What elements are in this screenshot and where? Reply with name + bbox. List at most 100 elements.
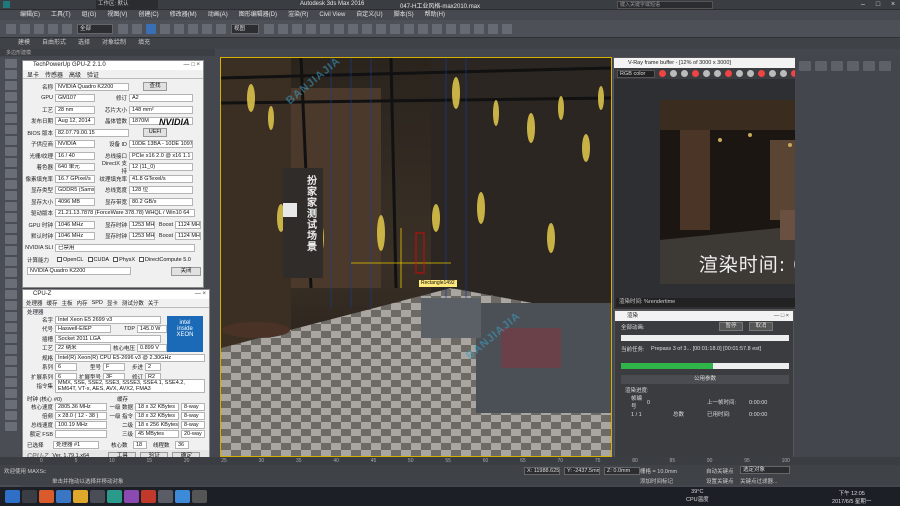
cpuz-tab[interactable]: 显卡 xyxy=(107,299,118,307)
timeline[interactable]: 0 5 10 15 20 25 30 35 40 45 50 55 60 65 70 75 80 85 90 95 10… xyxy=(0,457,900,465)
select-by-name-icon[interactable] xyxy=(132,23,142,34)
menu-item[interactable]: 脚本(S) xyxy=(394,10,414,20)
gpu-select-dropdown[interactable]: NVIDIA Quadro K2200 xyxy=(27,267,131,275)
spinner-snap-icon[interactable] xyxy=(348,23,358,34)
close-icon[interactable]: × xyxy=(886,0,900,10)
manipulate-icon[interactable] xyxy=(278,23,288,34)
ribbon-tab[interactable]: 填充 xyxy=(138,38,150,49)
ribbon-tab[interactable]: 选择 xyxy=(78,38,90,49)
start-icon[interactable] xyxy=(5,490,20,503)
cpuz-tab[interactable]: 处理器 xyxy=(26,299,43,307)
rotate-icon[interactable] xyxy=(188,23,198,34)
tool-icon[interactable] xyxy=(4,356,17,365)
checkbox[interactable] xyxy=(113,257,119,263)
tool-icon[interactable] xyxy=(4,367,17,376)
tool-icon[interactable] xyxy=(4,59,17,68)
curve-editor-icon[interactable] xyxy=(432,23,442,34)
vfb-tool-icon[interactable] xyxy=(670,70,677,77)
redo-icon[interactable] xyxy=(20,23,30,34)
vfb-tool-icon[interactable] xyxy=(758,70,765,77)
material-editor-icon[interactable] xyxy=(460,23,470,34)
tool-icon[interactable] xyxy=(4,147,17,156)
tool-icon[interactable] xyxy=(4,400,17,409)
tool-icon[interactable] xyxy=(4,334,17,343)
coord-field[interactable]: Y: -2437.5mm xyxy=(564,467,600,475)
tool-icon[interactable] xyxy=(4,411,17,420)
common-params-header[interactable]: 公用参数 xyxy=(621,375,789,384)
tool-icon[interactable] xyxy=(4,125,17,134)
tool-icon[interactable] xyxy=(4,81,17,90)
checkbox[interactable] xyxy=(57,257,62,263)
vfb-tool-icon[interactable] xyxy=(681,70,688,77)
named-selection-icon[interactable] xyxy=(362,23,372,34)
gpuz-tab[interactable]: 传感器 xyxy=(45,70,63,79)
minimize-icon[interactable]: – xyxy=(856,0,870,10)
close-icon[interactable]: — □ × xyxy=(184,61,200,70)
cpuz-tab[interactable]: 缓存 xyxy=(47,299,58,307)
angle-snap-icon[interactable] xyxy=(320,23,330,34)
clock[interactable]: 下午 12:05 2017/6/5 星期一 xyxy=(832,489,871,505)
panel-icon[interactable] xyxy=(799,61,811,71)
undo-icon[interactable] xyxy=(6,23,16,34)
ribbon-tab[interactable]: 建模 xyxy=(18,38,30,49)
app-icon[interactable] xyxy=(124,490,139,503)
menu-item[interactable]: 自定义(U) xyxy=(356,10,382,20)
tool-icon[interactable] xyxy=(4,268,17,277)
vfb-tool-icon[interactable] xyxy=(692,70,699,77)
panel-icon[interactable] xyxy=(847,61,859,71)
cancel-button[interactable]: 取消 xyxy=(749,322,773,331)
set-key-button[interactable]: 设置关键点 xyxy=(706,477,734,485)
layer-icon[interactable] xyxy=(404,23,414,34)
link-icon[interactable] xyxy=(34,23,44,34)
scale-icon[interactable] xyxy=(202,23,212,34)
menu-item[interactable]: 动画(A) xyxy=(208,10,228,20)
vfb-tool-icon[interactable] xyxy=(769,70,776,77)
tool-icon[interactable] xyxy=(4,180,17,189)
tool-icon[interactable] xyxy=(4,345,17,354)
coord-field[interactable]: Z: 0.0mm xyxy=(604,467,640,475)
explorer-icon[interactable] xyxy=(73,490,88,503)
app-icon[interactable] xyxy=(158,490,173,503)
tool-icon[interactable] xyxy=(4,103,17,112)
vfb-tool-icon[interactable] xyxy=(780,70,787,77)
tool-icon[interactable] xyxy=(4,136,17,145)
cpuz-tab[interactable]: 测试分数 xyxy=(122,299,144,307)
schematic-icon[interactable] xyxy=(446,23,456,34)
panel-icon[interactable] xyxy=(863,61,875,71)
compute-item[interactable]: OpenCL xyxy=(57,257,84,263)
close-icon[interactable]: — □ × xyxy=(774,311,789,321)
bind-icon[interactable] xyxy=(62,23,72,34)
snap-icon[interactable] xyxy=(306,23,316,34)
panel-icon[interactable] xyxy=(815,61,827,71)
panel-icon[interactable] xyxy=(831,61,843,71)
select-icon[interactable] xyxy=(118,23,128,34)
tool-icon[interactable] xyxy=(4,422,17,431)
tool-icon[interactable] xyxy=(4,70,17,79)
app-icon[interactable] xyxy=(192,490,207,503)
maxscript-listener[interactable]: 欢迎使用 MAXSc xyxy=(4,467,46,475)
tool-icon[interactable] xyxy=(4,235,17,244)
processor-select-dropdown[interactable]: 处理器 #1 xyxy=(53,441,99,449)
gpuz-tab[interactable]: 高级 xyxy=(69,70,81,79)
app-icon[interactable] xyxy=(90,490,105,503)
compute-item[interactable]: DirectCompute 5.0 xyxy=(139,257,191,263)
pivot-icon[interactable] xyxy=(264,23,274,34)
tool-icon[interactable] xyxy=(4,158,17,167)
tool-icon[interactable] xyxy=(4,312,17,321)
tool-icon[interactable] xyxy=(4,323,17,332)
browser-icon[interactable] xyxy=(56,490,71,503)
key-filters-button[interactable]: 关键点过滤器... xyxy=(740,477,778,485)
gpuz-tab[interactable]: 显卡 xyxy=(27,70,39,79)
tool-icon[interactable] xyxy=(4,301,17,310)
cpuz-tab[interactable]: 关于 xyxy=(148,299,159,307)
percent-snap-icon[interactable] xyxy=(334,23,344,34)
place-icon[interactable] xyxy=(216,23,226,34)
rect-select-icon[interactable] xyxy=(146,23,156,34)
3dsmax-icon[interactable] xyxy=(107,490,122,503)
menu-item[interactable]: 帮助(H) xyxy=(425,10,445,20)
gpuz-tab[interactable]: 验证 xyxy=(87,70,99,79)
maximize-icon[interactable]: □ xyxy=(871,0,885,10)
keyboard-shortcut-icon[interactable] xyxy=(292,23,302,34)
app-icon[interactable] xyxy=(175,490,190,503)
compute-item[interactable]: CUDA xyxy=(87,257,109,263)
